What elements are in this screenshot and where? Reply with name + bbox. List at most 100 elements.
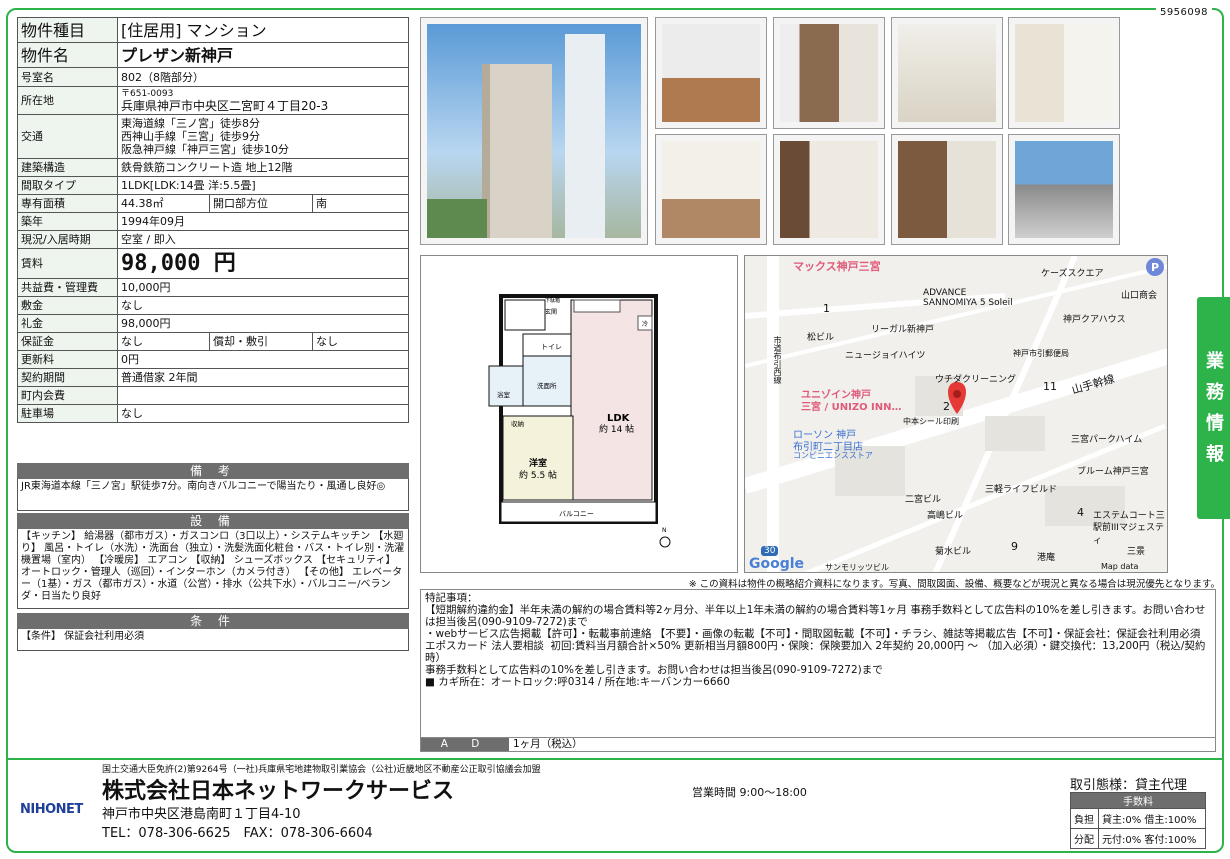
ad-label: A D [421, 738, 509, 751]
map-number: 30 [761, 546, 779, 556]
amortization-label: 償却・敷引 [209, 332, 313, 351]
svg-text:P: P [1151, 261, 1159, 274]
facing-label: 開口部方位 [209, 194, 313, 213]
conditions-title: 条 件 [17, 613, 409, 629]
company-address: 神戸市中央区港島南町１丁目4-10 [102, 807, 301, 822]
guarantee-value: なし [117, 332, 210, 351]
company-name: 株式会社日本ネットワークサービス [102, 779, 455, 804]
fp-ldk: LDK [607, 413, 631, 424]
fee-table: 手数料 負担 貸主:0% 借主:100% 分配 元付:0% 客付:100% [1070, 792, 1206, 849]
access-line: 阪急神戸線「神戸三宮」徒歩10分 [121, 143, 289, 156]
washroom-photo [1008, 17, 1120, 129]
fp-getabako: 下駄箱 [545, 297, 560, 304]
disclaimer: ※ この資料は物件の概略紹介資料になります。写真、間取図面、設備、概要などが現況… [688, 579, 1220, 590]
fee-burden-label: 負担 [1070, 808, 1099, 829]
fp-yoshitsu-size: 約 5.5 帖 [519, 469, 557, 481]
fee-header: 手数料 [1070, 792, 1206, 809]
fp-reizo: 冷 [642, 320, 648, 328]
access-line: 西神山手線「三宮」徒歩9分 [121, 130, 260, 143]
floor-plan: 下駄箱 玄関 トイレ 洗面所 浴室 LDK 約 14 帖 洋室 約 5.5 帖 … [420, 255, 738, 573]
side-tag: 業 務 情 報 [1197, 297, 1230, 519]
special-notes-text: 【短期解約違約金】半年未満の解約の場合賃料等2ヶ月分、半年以上1年未満の解約の場… [425, 604, 1206, 688]
fp-genkan: 玄関 [545, 308, 557, 316]
interior-photo [655, 17, 767, 129]
floor-plan-drawing: 下駄箱 玄関 トイレ 洗面所 浴室 LDK 約 14 帖 洋室 約 5.5 帖 … [488, 294, 671, 548]
deposit-label: 敷金 [17, 296, 118, 315]
remarks-text: JR東海道本線「三ノ宮」駅徒歩7分。南向きバルコニーで陽当たり・風通し良好◎ [17, 479, 409, 511]
compass-icon [659, 536, 671, 548]
map-label: 高嶋ビル [927, 511, 964, 521]
kitchen-photo [773, 17, 885, 129]
fp-toilet: トイレ [541, 343, 562, 351]
business-hours: 営業時間 9:00～18:00 [692, 786, 807, 799]
map-label: 駅前IIIマジェスティ [1093, 523, 1164, 546]
room-value: 802（8階部分） [117, 67, 409, 87]
access-label: 交通 [17, 114, 118, 159]
remarks-title: 備 考 [17, 463, 409, 479]
map-label: ウチダクリーニング [935, 375, 1017, 385]
renewal-value: 0円 [117, 350, 409, 369]
fee-split-value: 元付:0% 客付:100% [1098, 828, 1206, 849]
location-map: P マックス神戸三宮 ケーズスクエア 山口商会 ADVANCE SANNOMIY… [744, 255, 1168, 573]
company-logo: NIHONET [20, 802, 83, 817]
map-label: SANNOMIYA 5 Soleil [923, 298, 1013, 308]
amortization-value: なし [312, 332, 409, 351]
address-value: 兵庫県神戸市中央区二宮町４丁目20-3 [121, 98, 329, 113]
map-label: ADVANCE [923, 288, 967, 298]
map-label: リーガル新神戸 [871, 325, 935, 335]
key-money-label: 礼金 [17, 314, 118, 333]
map-label: 山口商会 [1121, 291, 1158, 301]
fp-senmen: 洗面所 [537, 381, 557, 390]
map-label: 神戸クアハウス [1063, 315, 1126, 325]
fp-balcony: バルコニー [559, 510, 594, 518]
layout-label: 間取タイプ [17, 176, 118, 195]
town-fee-value [117, 386, 409, 405]
map-label: 三軽ライフビルド [985, 485, 1058, 495]
map-label: 菊水ビル [935, 547, 972, 557]
side-tag-char: 業 [1206, 351, 1224, 372]
conditions-section: 条 件 【条件】 保証会社利用必須 [17, 613, 409, 651]
renewal-label: 更新料 [17, 350, 118, 369]
fee-split-label: 分配 [1070, 828, 1099, 849]
fee-label: 共益費・管理費 [17, 278, 118, 297]
access-line: 東海道線「三ノ宮」徒歩8分 [121, 117, 260, 130]
building-exterior-photo [420, 17, 648, 245]
equipment-text: 【キッチン】 給湯器（都市ガス）・ガスコンロ（3口以上）・システムキッチン 【水… [17, 529, 409, 609]
fp-north: N [662, 527, 667, 534]
layout-value: 1LDK[LDK:14畳 洋:5.5畳] [117, 176, 409, 195]
map-number: 2 [943, 400, 950, 413]
key-money-value: 98,000円 [117, 314, 409, 333]
map-road-label: 市道布引西線 [773, 336, 782, 384]
map-number: 9 [1011, 540, 1018, 553]
side-tag-char: 務 [1206, 382, 1224, 403]
status-value: 空室 / 即入 [117, 230, 409, 249]
special-notes-title: 特記事項： [425, 592, 478, 604]
map-label: ニュージョイハイツ [845, 351, 926, 361]
deposit-value: なし [117, 296, 409, 315]
map-label: ブルーム神戸三宮 [1077, 467, 1149, 477]
name-label: 物件名 [17, 42, 118, 68]
type-label: 物件種目 [17, 17, 118, 43]
contract-value: 普通借家 2年間 [117, 368, 409, 387]
conditions-text: 【条件】 保証会社利用必須 [17, 629, 409, 651]
structure-label: 建築構造 [17, 158, 118, 177]
company-phone: TEL：078-306-6625 FAX：078-306-6604 [102, 826, 373, 841]
type-value: [住居用] マンション [117, 17, 409, 43]
map-label: 中本シール印刷 [903, 417, 959, 426]
area-label: 専有面積 [17, 194, 118, 213]
map-label: 松ビル [807, 333, 835, 343]
map-number: 4 [1077, 506, 1084, 519]
closet-photo [891, 134, 1003, 245]
fee-burden-value: 貸主:0% 借主:100% [1098, 808, 1206, 829]
map-number: 11 [1043, 380, 1057, 393]
town-fee-label: 町内会費 [17, 386, 118, 405]
fee-value: 10,000円 [117, 278, 409, 297]
bathroom-photo [891, 17, 1003, 129]
equipment-section: 設 備 【キッチン】 給湯器（都市ガス）・ガスコンロ（3口以上）・システムキッチ… [17, 513, 409, 609]
rent-value: 98,000 円 [117, 248, 409, 279]
equipment-title: 設 備 [17, 513, 409, 529]
side-tag-char: 報 [1206, 444, 1224, 465]
deal-type: 取引態様：貸主代理 [1070, 774, 1188, 794]
company-footer: 国土交通大臣免許(2)第9264号（一社)兵庫県宅地建物取引業協会（公社)近畿地… [6, 758, 1224, 853]
name-value: プレザン新神戸 [117, 42, 409, 68]
